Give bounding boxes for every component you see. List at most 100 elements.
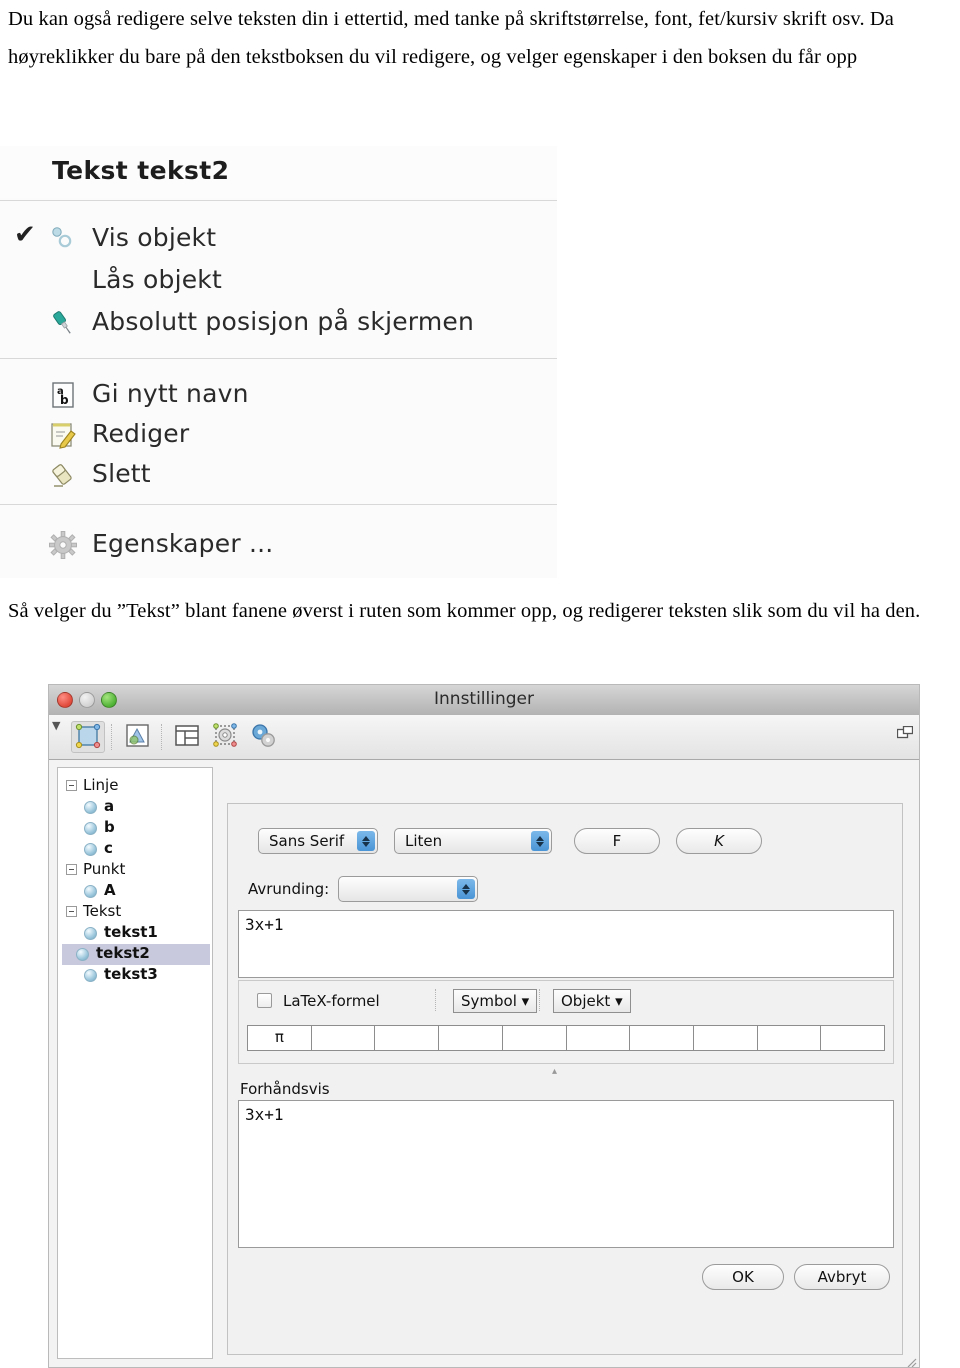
dialog-title: Innstillinger bbox=[434, 689, 534, 709]
object-bead-icon bbox=[84, 969, 97, 982]
toolbar-divider bbox=[161, 724, 163, 750]
symbol-cell[interactable] bbox=[312, 1026, 376, 1050]
gear-icon bbox=[48, 530, 78, 560]
edit-pencil-icon bbox=[48, 420, 78, 450]
layout-icon[interactable] bbox=[171, 721, 205, 753]
preview-label: Forhåndsvis bbox=[240, 1080, 330, 1098]
menu-item-label: Absolutt posisjon på skjermen bbox=[92, 307, 475, 336]
tree-label: tekst2 bbox=[96, 944, 150, 962]
menu-item-label: Slett bbox=[92, 459, 151, 488]
window-overlap-icon[interactable] bbox=[896, 725, 914, 744]
tree-label: tekst3 bbox=[104, 965, 158, 983]
bold-button[interactable]: F bbox=[574, 828, 660, 854]
tree-label: Punkt bbox=[83, 860, 126, 878]
tree-label: Linje bbox=[83, 776, 119, 794]
object-bead-icon bbox=[84, 822, 97, 835]
collapse-toggle-icon[interactable] bbox=[66, 780, 77, 791]
object-bead-icon bbox=[84, 885, 97, 898]
context-menu-title: Tekst tekst2 bbox=[52, 156, 230, 185]
menu-item-label: Gi nytt navn bbox=[92, 379, 249, 408]
text-editor-value: 3x+1 bbox=[245, 915, 284, 934]
paragraph-intro: Du kan også redigere selve teksten din i… bbox=[8, 8, 895, 68]
menu-item-label: Lås objekt bbox=[92, 265, 222, 294]
symbol-cell[interactable] bbox=[758, 1026, 822, 1050]
eraser-icon bbox=[48, 460, 78, 490]
symbol-cell[interactable]: π bbox=[248, 1026, 312, 1050]
object-menu-button[interactable]: Objekt ▾ bbox=[553, 989, 631, 1013]
collapse-toggle-icon[interactable] bbox=[66, 906, 77, 917]
symbol-cell[interactable] bbox=[630, 1026, 694, 1050]
spinner-icon[interactable] bbox=[531, 831, 549, 851]
menu-item-label: Rediger bbox=[92, 419, 190, 448]
toolbar-collapse-icon[interactable]: ▼ bbox=[52, 719, 60, 732]
symbol-cell[interactable] bbox=[821, 1026, 884, 1050]
menu-item-rediger[interactable]: Rediger bbox=[0, 414, 557, 456]
latex-checkbox-label: LaTeX-formel bbox=[283, 992, 380, 1010]
tree-item-tekst2[interactable]: tekst2 bbox=[62, 944, 210, 965]
object-bead-icon bbox=[84, 927, 97, 940]
font-family-value: Sans Serif bbox=[269, 832, 345, 850]
preview-value: 3x+1 bbox=[245, 1105, 284, 1124]
panel-divider bbox=[539, 989, 541, 1011]
checkmark-icon: ✔ bbox=[14, 220, 36, 250]
object-menu-label: Objekt bbox=[561, 992, 611, 1010]
object-bead-icon bbox=[84, 843, 97, 856]
rename-ab-icon: a b bbox=[48, 380, 78, 410]
rounding-label: Avrunding: bbox=[248, 880, 330, 898]
tree-label: c bbox=[104, 839, 113, 857]
italic-button[interactable]: K bbox=[676, 828, 762, 854]
spinner-icon[interactable] bbox=[457, 879, 475, 899]
graphics-view-icon[interactable] bbox=[121, 721, 155, 753]
menu-item-las-objekt[interactable]: Lås objekt bbox=[0, 260, 557, 302]
settings-dialog-screenshot: Innstillinger ▼ Linje a b c Punkt A Teks… bbox=[48, 684, 920, 1368]
svg-text:b: b bbox=[60, 393, 69, 407]
rounding-select[interactable] bbox=[338, 876, 478, 902]
tree-label: Tekst bbox=[83, 902, 122, 920]
symbol-cell[interactable] bbox=[439, 1026, 503, 1050]
menu-item-label: Egenskaper ... bbox=[92, 529, 274, 558]
object-settings-icon[interactable] bbox=[209, 721, 243, 753]
font-family-select[interactable]: Sans Serif bbox=[258, 828, 378, 854]
menu-separator-1 bbox=[0, 200, 557, 201]
collapse-toggle-icon[interactable] bbox=[66, 864, 77, 875]
toolbar-divider bbox=[111, 724, 113, 750]
object-tree[interactable]: Linje a b c Punkt A Tekst tekst1 tekst2 … bbox=[57, 767, 213, 1359]
symbol-cell[interactable] bbox=[567, 1026, 631, 1050]
dialog-toolbar: ▼ bbox=[49, 715, 919, 760]
ok-button[interactable]: OK bbox=[702, 1264, 784, 1290]
symbol-menu-label: Symbol bbox=[461, 992, 517, 1010]
font-size-value: Liten bbox=[405, 832, 443, 850]
object-visible-icon bbox=[48, 224, 78, 254]
symbol-palette[interactable]: π bbox=[247, 1025, 885, 1051]
dialog-titlebar: Innstillinger bbox=[49, 685, 919, 716]
object-bead-icon bbox=[84, 801, 97, 814]
font-size-select[interactable]: Liten bbox=[394, 828, 552, 854]
symbol-cell[interactable] bbox=[694, 1026, 758, 1050]
text-editor-input[interactable]: 3x+1 bbox=[238, 910, 894, 978]
menu-item-egenskaper[interactable]: Egenskaper ... bbox=[0, 524, 557, 566]
splitter-grip[interactable]: ▴ bbox=[552, 1066, 557, 1077]
spinner-icon[interactable] bbox=[357, 831, 375, 851]
object-properties-icon[interactable] bbox=[71, 721, 105, 753]
pin-icon bbox=[48, 308, 78, 338]
latex-checkbox[interactable] bbox=[257, 993, 272, 1008]
menu-item-absolutt-posisjon[interactable]: Absolutt posisjon på skjermen bbox=[0, 302, 557, 344]
menu-item-gi-nytt-navn[interactable]: a b Gi nytt navn bbox=[0, 374, 557, 416]
symbol-menu-button[interactable]: Symbol ▾ bbox=[453, 989, 538, 1013]
preview-area: 3x+1 bbox=[238, 1100, 894, 1248]
menu-item-label: Vis objekt bbox=[92, 223, 217, 252]
global-settings-icon[interactable] bbox=[247, 721, 281, 753]
paragraph-tabs: Så velger du ”Tekst” blant fanene øverst… bbox=[8, 600, 921, 622]
resize-grip-icon[interactable] bbox=[905, 1353, 917, 1367]
context-menu-screenshot: hide skjermbilde Tekst tekst2 ✔ Vis obje… bbox=[0, 146, 557, 578]
menu-item-vis-objekt[interactable]: ✔ Vis objekt bbox=[0, 218, 557, 260]
cancel-button[interactable]: Avbryt bbox=[794, 1264, 890, 1290]
tab-content-panel: Sans Serif Liten F K Avrunding: 3x+1 LaT… bbox=[227, 803, 903, 1355]
symbol-cell[interactable] bbox=[503, 1026, 567, 1050]
menu-separator-3 bbox=[0, 504, 557, 505]
context-menu-header: Tekst tekst2 bbox=[0, 146, 557, 198]
symbol-cell[interactable] bbox=[375, 1026, 440, 1050]
panel-divider bbox=[435, 989, 437, 1011]
menu-separator-2 bbox=[0, 358, 557, 359]
menu-item-slett[interactable]: Slett bbox=[0, 454, 557, 496]
